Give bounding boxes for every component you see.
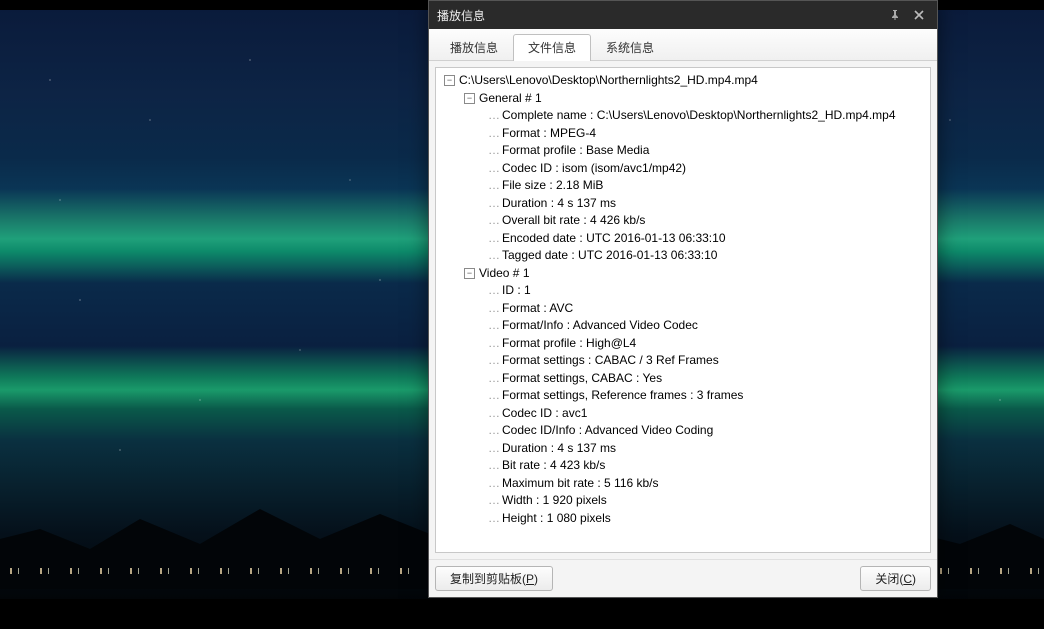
tree-connector-icon: …: [488, 387, 499, 405]
pin-icon[interactable]: [885, 5, 905, 25]
close-button[interactable]: 关闭(C): [860, 566, 931, 591]
tree-leaf[interactable]: ID : 1: [502, 282, 531, 300]
close-button-label: 关闭: [875, 572, 899, 586]
tree-leaf[interactable]: Width : 1 920 pixels: [502, 492, 607, 510]
tree-leaf[interactable]: Format/Info : Advanced Video Codec: [502, 317, 698, 335]
tree-connector-icon: …: [488, 422, 499, 440]
tree-leaf[interactable]: Format profile : Base Media: [502, 142, 649, 160]
tree-connector-icon: …: [488, 352, 499, 370]
tree-connector-icon: …: [488, 440, 499, 458]
tree-connector-icon: …: [488, 125, 499, 143]
tree-leaf[interactable]: Bit rate : 4 423 kb/s: [502, 457, 605, 475]
tree-connector-icon: …: [488, 142, 499, 160]
dialog-titlebar[interactable]: 播放信息: [429, 1, 937, 29]
copy-to-clipboard-button[interactable]: 复制到剪贴板(P): [435, 566, 553, 591]
dialog-footer: 复制到剪贴板(P) 关闭(C): [429, 559, 937, 597]
close-button-accel: C: [903, 572, 912, 586]
tree-leaf[interactable]: Encoded date : UTC 2016-01-13 06:33:10: [502, 230, 726, 248]
tree-connector-icon: …: [488, 177, 499, 195]
tree-root[interactable]: C:\Users\Lenovo\Desktop\Northernlights2_…: [459, 72, 758, 90]
tree-leaf[interactable]: Format settings : CABAC / 3 Ref Frames: [502, 352, 719, 370]
tab-system-info[interactable]: 系统信息: [591, 34, 669, 61]
tree-leaf[interactable]: Maximum bit rate : 5 116 kb/s: [502, 475, 659, 493]
tree-section[interactable]: Video # 1: [479, 265, 530, 283]
tree-connector-icon: …: [488, 335, 499, 353]
copy-button-label: 复制到剪贴板: [450, 572, 522, 586]
tab-bar: 播放信息 文件信息 系统信息: [429, 29, 937, 61]
tree-connector-icon: …: [488, 510, 499, 528]
tree-connector-icon: …: [488, 212, 499, 230]
tree-connector-icon: …: [488, 300, 499, 318]
tab-file-info[interactable]: 文件信息: [513, 34, 591, 61]
media-info-tree[interactable]: −C:\Users\Lenovo\Desktop\Northernlights2…: [435, 67, 931, 553]
tree-leaf[interactable]: Format : MPEG-4: [502, 125, 596, 143]
tree-connector-icon: …: [488, 457, 499, 475]
tree-leaf[interactable]: File size : 2.18 MiB: [502, 177, 603, 195]
tree-toggle-icon[interactable]: −: [464, 93, 475, 104]
tree-connector-icon: …: [488, 475, 499, 493]
tree-connector-icon: …: [488, 160, 499, 178]
copy-button-accel: P: [526, 572, 534, 586]
playback-info-dialog: 播放信息 播放信息 文件信息 系统信息 −C:\Users\Lenovo\Des…: [428, 0, 938, 598]
tree-leaf[interactable]: Height : 1 080 pixels: [502, 510, 611, 528]
tree-connector-icon: …: [488, 282, 499, 300]
tree-leaf[interactable]: Tagged date : UTC 2016-01-13 06:33:10: [502, 247, 717, 265]
tree-toggle-icon[interactable]: −: [444, 75, 455, 86]
tree-connector-icon: …: [488, 247, 499, 265]
tree-connector-icon: …: [488, 230, 499, 248]
tree-leaf[interactable]: Duration : 4 s 137 ms: [502, 440, 616, 458]
tree-connector-icon: …: [488, 405, 499, 423]
tree-connector-icon: …: [488, 107, 499, 125]
tree-leaf[interactable]: Duration : 4 s 137 ms: [502, 195, 616, 213]
close-icon[interactable]: [909, 5, 929, 25]
tree-section[interactable]: General # 1: [479, 90, 542, 108]
tree-leaf[interactable]: Format profile : High@L4: [502, 335, 636, 353]
tree-connector-icon: …: [488, 492, 499, 510]
tree-toggle-icon[interactable]: −: [464, 268, 475, 279]
tree-leaf[interactable]: Codec ID : isom (isom/avc1/mp42): [502, 160, 686, 178]
letterbox-bottom: [0, 599, 1044, 629]
tree-connector-icon: …: [488, 317, 499, 335]
tree-leaf[interactable]: Format settings, Reference frames : 3 fr…: [502, 387, 743, 405]
tree-leaf[interactable]: Codec ID/Info : Advanced Video Coding: [502, 422, 713, 440]
tree-leaf[interactable]: Format : AVC: [502, 300, 573, 318]
tree-leaf[interactable]: Codec ID : avc1: [502, 405, 587, 423]
tree-leaf[interactable]: Overall bit rate : 4 426 kb/s: [502, 212, 645, 230]
tree-leaf[interactable]: Complete name : C:\Users\Lenovo\Desktop\…: [502, 107, 896, 125]
tab-playback-info[interactable]: 播放信息: [435, 34, 513, 61]
tree-connector-icon: …: [488, 195, 499, 213]
tree-leaf[interactable]: Format settings, CABAC : Yes: [502, 370, 662, 388]
tree-connector-icon: …: [488, 370, 499, 388]
content-area: −C:\Users\Lenovo\Desktop\Northernlights2…: [429, 61, 937, 559]
dialog-title: 播放信息: [437, 7, 881, 24]
